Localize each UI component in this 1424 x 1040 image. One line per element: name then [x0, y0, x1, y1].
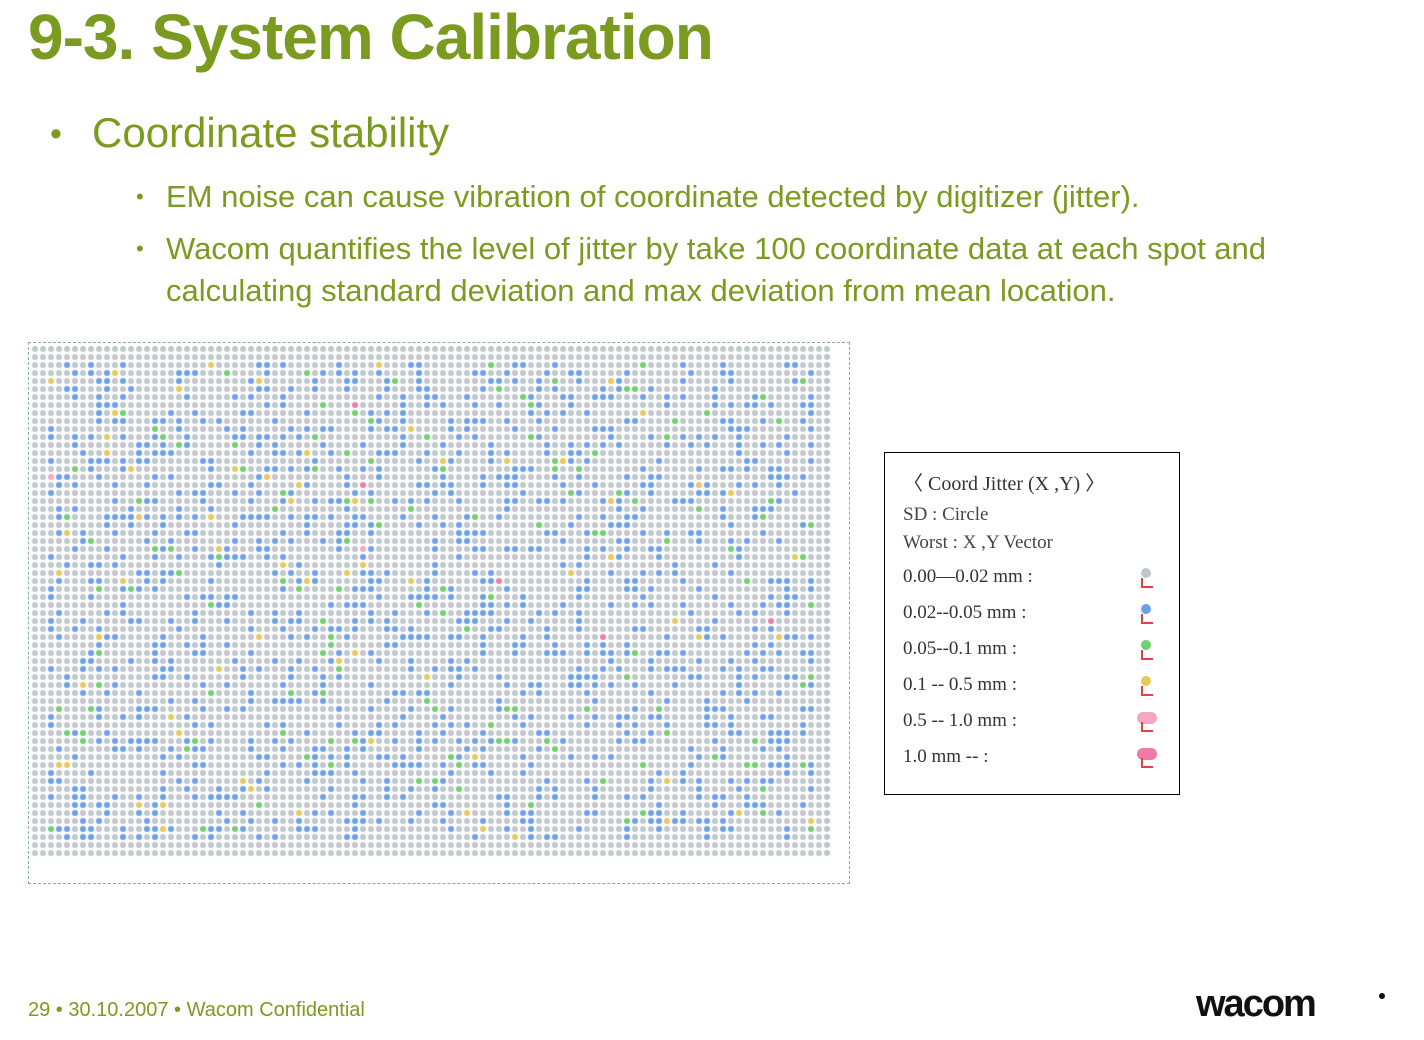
- legend-label: 0.5 -- 1.0 mm :: [903, 710, 1127, 732]
- legend-label: 0.1 -- 0.5 mm :: [903, 674, 1127, 696]
- bullet-quantify: Wacom quantifies the level of jitter by …: [166, 228, 1396, 312]
- bullet-list-level2: EM noise can cause vibration of coordina…: [92, 176, 1396, 312]
- legend-swatch-green: [1133, 638, 1161, 660]
- legend-row-3: 0.1 -- 0.5 mm :: [903, 672, 1161, 698]
- legend-label: 0.00—0.02 mm :: [903, 566, 1127, 588]
- bullet-em-noise: EM noise can cause vibration of coordina…: [166, 176, 1396, 218]
- legend-label: 0.05--0.1 mm :: [903, 638, 1127, 660]
- page-title: 9-3. System Calibration: [28, 0, 1396, 74]
- bullet-list-level1: Coordinate stability EM noise can cause …: [28, 108, 1396, 312]
- figure-row: 〈 Coord Jitter (X ,Y) 〉 SD : Circle Wors…: [28, 342, 1396, 884]
- legend-row-1: 0.02--0.05 mm :: [903, 600, 1161, 626]
- legend-label: 0.02--0.05 mm :: [903, 602, 1127, 624]
- legend-row-5: 1.0 mm -- :: [903, 744, 1161, 770]
- legend-swatch-pink: [1133, 710, 1161, 732]
- legend-swatch-gray: [1133, 566, 1161, 588]
- legend-swatch-dpink: [1133, 746, 1161, 768]
- footer-date: 30.10.2007: [68, 999, 168, 1021]
- legend-title: 〈 Coord Jitter (X ,Y) 〉: [903, 467, 1161, 496]
- footer-conf: Wacom Confidential: [187, 999, 365, 1021]
- legend-label: 1.0 mm -- :: [903, 746, 1127, 768]
- legend-sd: SD : Circle: [903, 504, 1161, 526]
- footer-sep2: •: [168, 999, 186, 1021]
- footer: 29 • 30.10.2007 • Wacom Confidential: [28, 999, 365, 1022]
- footer-sep: •: [50, 999, 68, 1021]
- wacom-logo: wacom: [1196, 982, 1396, 1026]
- heatmap-canvas: [29, 343, 849, 883]
- svg-text:wacom: wacom: [1196, 983, 1315, 1025]
- legend-box: 〈 Coord Jitter (X ,Y) 〉 SD : Circle Wors…: [884, 452, 1180, 795]
- legend-row-4: 0.5 -- 1.0 mm :: [903, 708, 1161, 734]
- bullet-coord-stability: Coordinate stability EM noise can cause …: [74, 108, 1396, 312]
- legend-row-2: 0.05--0.1 mm :: [903, 636, 1161, 662]
- legend-swatch-yellow: [1133, 674, 1161, 696]
- legend-worst: Worst : X ,Y Vector: [903, 532, 1161, 554]
- legend-swatch-blue: [1133, 602, 1161, 624]
- bullet-text: Coordinate stability: [92, 109, 449, 156]
- footer-page: 29: [28, 999, 50, 1021]
- wacom-logo-icon: wacom: [1196, 982, 1396, 1026]
- legend-row-0: 0.00—0.02 mm :: [903, 564, 1161, 590]
- jitter-heatmap: [28, 342, 850, 884]
